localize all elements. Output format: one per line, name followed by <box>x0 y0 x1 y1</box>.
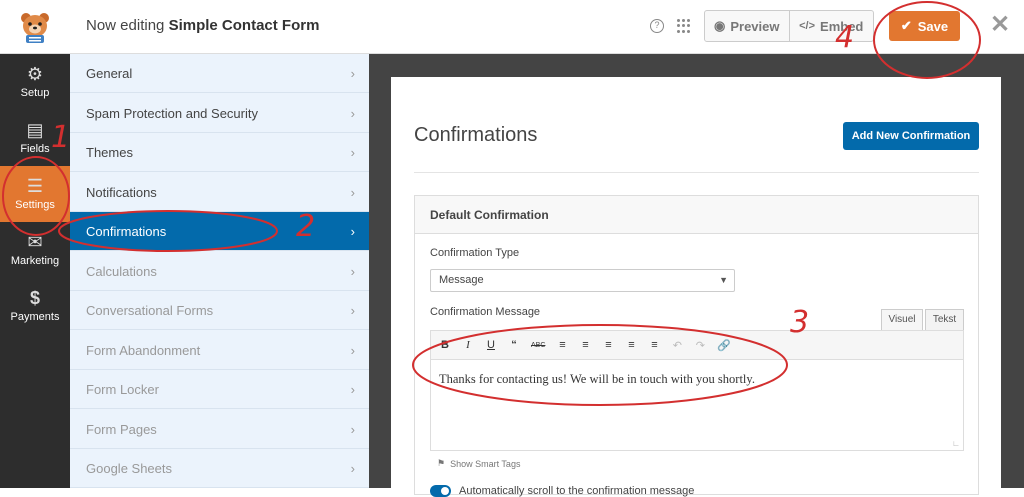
megaphone-icon: ✉ <box>27 232 43 252</box>
page-title: Now editing Simple Contact Form <box>86 17 319 34</box>
dollar-icon: $ <box>29 288 40 308</box>
settings-menu: General › Spam Protection and Security › T… <box>70 54 369 488</box>
align-left-icon[interactable]: ≡ <box>602 339 614 351</box>
gear-icon: ⚙ <box>26 64 44 84</box>
sidebar-item-setup[interactable]: ⚙ Setup <box>0 54 70 110</box>
message-text[interactable]: Thanks for contacting us! We will be in … <box>431 360 963 399</box>
annotation-number-3: 3 <box>790 305 810 340</box>
panel-title: Confirmations <box>414 124 538 146</box>
list-icon: ▤ <box>26 120 44 140</box>
menu-item-form-abandonment[interactable]: Form Abandonment › <box>70 331 369 370</box>
chevron-right-icon: › <box>350 184 355 200</box>
eye-icon: ◉ <box>714 18 726 33</box>
save-button[interactable]: ✔ Save <box>889 11 960 41</box>
chevron-right-icon: › <box>350 303 355 318</box>
menu-item-calculations[interactable]: Calculations › <box>70 252 369 291</box>
close-icon[interactable]: ✕ <box>990 13 1010 37</box>
undo-icon[interactable]: ↶ <box>671 339 683 352</box>
menu-item-notifications[interactable]: Notifications › <box>70 173 369 212</box>
chevron-right-icon: › <box>350 263 355 279</box>
chevron-right-icon: › <box>350 421 355 437</box>
menu-item-conversational-forms[interactable]: Conversational Forms › <box>70 291 369 330</box>
menu-item-google-sheets[interactable]: Google Sheets › <box>70 449 369 488</box>
annotation-number-2: 2 <box>296 209 316 244</box>
resize-handle-icon[interactable]: ∟ <box>952 439 960 448</box>
confirmations-panel: Confirmations Add New Confirmation Defau… <box>391 77 1001 497</box>
embed-button[interactable]: </> Embed <box>788 11 874 41</box>
sidebar-item-marketing[interactable]: ✉ Marketing <box>0 222 70 278</box>
confirmation-message-label: Confirmation Message <box>430 306 541 318</box>
blockquote-icon[interactable]: “ <box>508 339 520 351</box>
redo-icon[interactable]: ↷ <box>694 339 706 352</box>
preview-button[interactable]: ◉ Preview <box>705 11 789 41</box>
show-smart-tags-link[interactable]: ⚑ Show Smart Tags <box>437 458 520 469</box>
tab-text[interactable]: Tekst <box>925 309 964 331</box>
menu-item-form-locker[interactable]: Form Locker › <box>70 370 369 409</box>
sidebar-item-settings[interactable]: ☰ Settings <box>0 166 70 222</box>
divider <box>414 172 979 173</box>
bear-logo-icon <box>21 13 49 43</box>
form-name: Simple Contact Form <box>168 17 320 34</box>
numbered-list-icon[interactable]: ≡ <box>579 339 591 351</box>
menu-item-confirmations[interactable]: Confirmations › <box>70 212 369 251</box>
auto-scroll-toggle-row: Automatically scroll to the confirmation… <box>430 485 694 497</box>
menu-item-form-pages[interactable]: Form Pages › <box>70 410 369 449</box>
code-icon: </> <box>799 20 816 32</box>
link-icon[interactable]: 🔗 <box>717 339 731 352</box>
chevron-right-icon: › <box>350 224 355 239</box>
annotation-number-4: 4 <box>835 20 855 55</box>
confirmation-type-label: Confirmation Type <box>430 247 520 259</box>
message-editor[interactable]: B I U “ ABC ≡ ≡ ≡ ≡ ≡ ↶ ↷ 🔗 Thanks for c… <box>430 330 964 451</box>
annotation-number-1: 1 <box>51 120 71 155</box>
chevron-down-icon: ▼ <box>719 275 728 285</box>
chevron-right-icon: › <box>350 342 355 358</box>
chevron-right-icon: › <box>350 461 355 476</box>
default-confirmation-box: Default Confirmation Confirmation Type M… <box>414 195 979 497</box>
align-right-icon[interactable]: ≡ <box>648 339 660 351</box>
chevron-right-icon: › <box>350 105 355 121</box>
help-icon[interactable]: ? <box>650 19 664 33</box>
box-title[interactable]: Default Confirmation <box>415 196 978 234</box>
top-bar: Now editing Simple Contact Form ? ◉ Prev… <box>0 0 1024 54</box>
add-new-confirmation-button[interactable]: Add New Confirmation <box>843 122 979 150</box>
sidebar-item-payments[interactable]: $ Payments <box>0 278 70 334</box>
tab-visual[interactable]: Visuel <box>881 309 923 331</box>
italic-icon[interactable]: I <box>462 339 474 351</box>
tag-icon: ⚑ <box>437 458 446 468</box>
strikethrough-icon[interactable]: ABC <box>531 342 545 349</box>
check-icon: ✔ <box>900 18 912 33</box>
bullet-list-icon[interactable]: ≡ <box>556 339 568 351</box>
chevron-right-icon: › <box>350 66 355 81</box>
sliders-icon: ☰ <box>26 176 44 196</box>
wpforms-logo <box>0 0 70 54</box>
underline-icon[interactable]: U <box>485 339 497 351</box>
menu-item-spam-protection[interactable]: Spam Protection and Security › <box>70 94 369 133</box>
apps-grid-icon[interactable] <box>677 19 691 33</box>
bold-icon[interactable]: B <box>439 339 451 351</box>
editing-prefix: Now editing <box>86 17 165 34</box>
auto-scroll-toggle[interactable] <box>430 485 451 497</box>
menu-item-themes[interactable]: Themes › <box>70 133 369 172</box>
align-center-icon[interactable]: ≡ <box>625 339 637 351</box>
chevron-right-icon: › <box>350 382 355 397</box>
editor-toolbar: B I U “ ABC ≡ ≡ ≡ ≡ ≡ ↶ ↷ 🔗 <box>431 331 963 360</box>
menu-item-general[interactable]: General › <box>70 54 369 93</box>
main-area: Confirmations Add New Confirmation Defau… <box>369 54 1024 497</box>
chevron-right-icon: › <box>350 145 355 160</box>
confirmation-type-select[interactable]: Message ▼ <box>430 269 735 292</box>
